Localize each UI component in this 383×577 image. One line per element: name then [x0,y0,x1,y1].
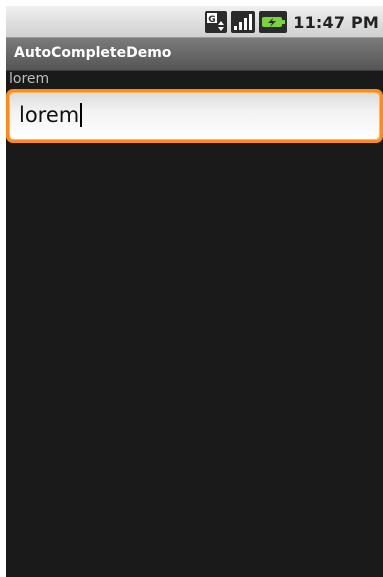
autocomplete-field[interactable]: lorem [6,89,383,143]
status-bar: G 11:47 PM [6,6,383,38]
signal-strength-icon [231,11,256,33]
status-clock: 11:47 PM [293,12,379,32]
autocomplete-input-box[interactable]: lorem [10,93,379,139]
status-icons: G 11:47 PM [205,6,383,38]
autocomplete-input-value: lorem [19,103,80,127]
battery-charging-icon [259,11,288,33]
text-cursor [80,103,83,127]
selection-label: lorem [9,71,50,87]
phone-screen: G 11:47 PM AutoCompleteDemo lorem lorem [6,6,383,577]
svg-text:G: G [209,15,216,25]
app-title: AutoCompleteDemo [14,45,172,61]
app-title-bar: AutoCompleteDemo [6,38,383,71]
autocomplete-input[interactable]: lorem [19,103,83,127]
data-sync-icon: G [205,11,228,33]
